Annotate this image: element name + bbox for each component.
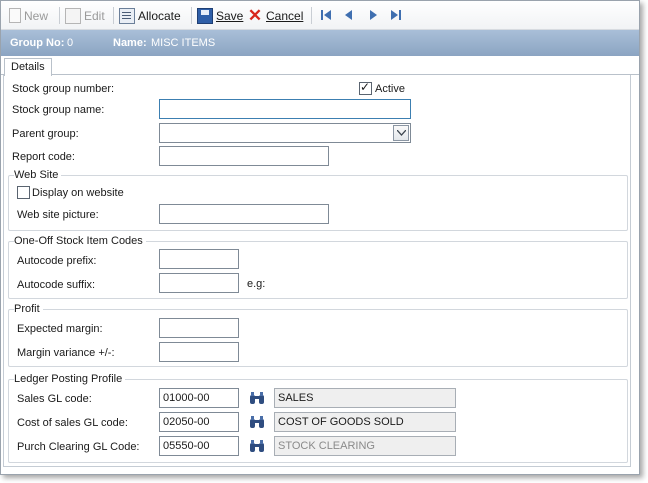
toolbar-separator — [191, 7, 192, 24]
edit-button[interactable]: Edit — [65, 6, 105, 25]
cancel-icon: ✕ — [247, 5, 263, 25]
tab-details[interactable]: Details — [4, 58, 52, 76]
checkmark-icon: ✓ — [360, 80, 371, 94]
toolbar-separator — [311, 7, 312, 24]
purch-clearing-gl-lookup-button[interactable] — [247, 436, 267, 456]
autocode-prefix-label: Autocode prefix: — [17, 255, 97, 267]
sales-gl-lookup-button[interactable] — [247, 388, 267, 408]
dropdown-button[interactable] — [393, 125, 409, 141]
binoculars-icon — [250, 416, 264, 428]
autocode-prefix-input[interactable] — [159, 249, 239, 269]
new-button-label: New — [24, 8, 49, 23]
example-label: e.g: — [247, 278, 266, 290]
autocode-suffix-label: Autocode suffix: — [17, 279, 96, 291]
display-on-website-label: Display on website — [32, 187, 124, 199]
toolbar: New Edit Allocate Save ✕ Cancel — [1, 1, 639, 30]
cancel-button[interactable]: ✕ Cancel — [247, 6, 303, 25]
stock-group-name-input[interactable] — [159, 99, 411, 119]
autocode-suffix-input[interactable] — [159, 273, 239, 293]
first-record-button[interactable] — [319, 8, 333, 22]
next-record-button[interactable] — [366, 8, 380, 22]
one-off-codes-group — [8, 241, 628, 299]
new-button[interactable]: New — [7, 6, 48, 25]
purch-clearing-gl-code-input[interactable]: 05550-00 — [159, 436, 239, 456]
sales-gl-code-input[interactable]: 01000-00 — [159, 388, 239, 408]
cost-of-sales-gl-code-input[interactable]: 02050-00 — [159, 412, 239, 432]
active-label: Active — [375, 83, 405, 95]
group-no-caption: Group No: — [10, 37, 65, 49]
parent-group-label: Parent group: — [12, 128, 79, 140]
allocate-icon — [119, 7, 135, 24]
first-record-icon — [321, 10, 331, 20]
web-site-picture-label: Web site picture: — [17, 209, 99, 221]
name-caption: Name: — [113, 37, 147, 49]
next-record-icon — [370, 10, 377, 20]
display-on-website-checkbox[interactable] — [17, 186, 30, 199]
purch-clearing-gl-label: Purch Clearing GL Code: — [17, 441, 140, 453]
active-checkbox[interactable]: ✓ — [359, 80, 372, 95]
sales-gl-label: Sales GL code: — [17, 393, 92, 405]
report-code-label: Report code: — [12, 151, 75, 163]
parent-group-select[interactable] — [159, 123, 411, 143]
tab-strip: Details — [1, 56, 639, 76]
stock-group-name-label: Stock group name: — [12, 104, 105, 116]
name-value: MISC ITEMS — [151, 37, 216, 49]
margin-variance-label: Margin variance +/-: — [17, 347, 115, 359]
report-code-input[interactable] — [159, 146, 329, 166]
chevron-down-icon — [397, 130, 406, 136]
edit-button-label: Edit — [84, 8, 105, 23]
edit-icon — [65, 7, 81, 24]
expected-margin-input[interactable] — [159, 318, 239, 338]
expected-margin-label: Expected margin: — [17, 323, 103, 335]
previous-record-icon — [345, 10, 352, 20]
toolbar-separator — [59, 7, 60, 24]
purch-clearing-gl-description: STOCK CLEARING — [274, 436, 456, 456]
sales-gl-description: SALES — [274, 388, 456, 408]
save-button-label: Save — [216, 8, 244, 23]
binoculars-icon — [250, 440, 264, 452]
ledger-posting-title: Ledger Posting Profile — [14, 373, 126, 385]
cost-of-sales-gl-lookup-button[interactable] — [247, 412, 267, 432]
allocate-button-label: Allocate — [138, 8, 181, 23]
save-button[interactable]: Save — [197, 6, 243, 25]
record-header: Group No: 0 Name: MISC ITEMS — [1, 30, 639, 56]
last-record-icon — [391, 10, 401, 20]
margin-variance-input[interactable] — [159, 342, 239, 362]
stock-group-number-label: Stock group number: — [12, 83, 115, 95]
allocate-button[interactable]: Allocate — [119, 6, 181, 25]
stock-group-window: New Edit Allocate Save ✕ Cancel Group No… — [0, 0, 640, 475]
cost-of-sales-gl-label: Cost of sales GL code: — [17, 417, 128, 429]
previous-record-button[interactable] — [342, 8, 356, 22]
group-no-value: 0 — [67, 37, 74, 49]
toolbar-separator — [113, 7, 114, 24]
web-site-title: Web Site — [14, 169, 62, 181]
new-document-icon — [9, 8, 21, 23]
web-site-picture-input[interactable] — [159, 204, 329, 224]
profit-title: Profit — [14, 303, 43, 315]
binoculars-icon — [250, 392, 264, 404]
cost-of-sales-gl-description: COST OF GOODS SOLD — [274, 412, 456, 432]
save-icon — [197, 7, 213, 24]
one-off-codes-title: One-Off Stock Item Codes — [14, 235, 146, 247]
cancel-button-label: Cancel — [266, 8, 304, 23]
last-record-button[interactable] — [389, 8, 403, 22]
